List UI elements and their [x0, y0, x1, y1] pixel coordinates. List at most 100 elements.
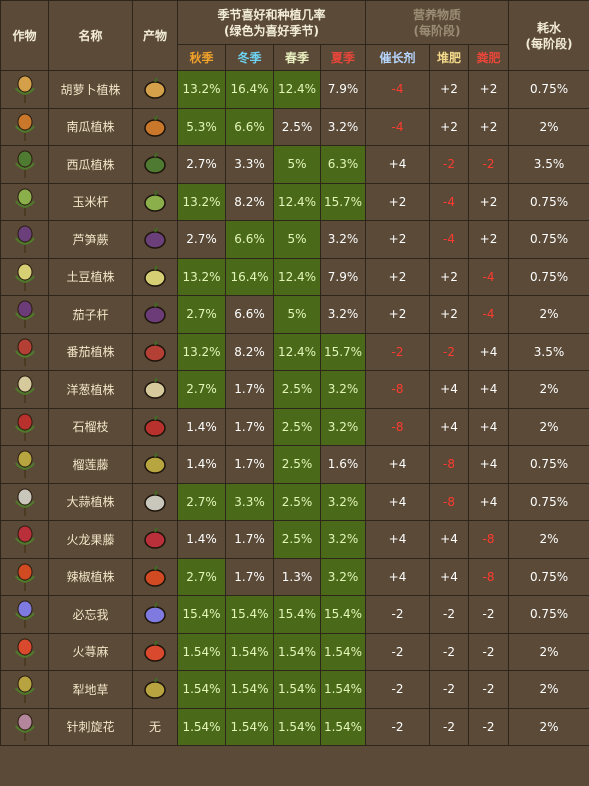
- tillweed-plant-icon: [14, 675, 35, 704]
- season-summer-chance: 1.54%: [319, 632, 367, 671]
- water-use: 0.75%: [508, 70, 589, 109]
- nutrient-grow: -2: [365, 670, 431, 709]
- season-spring-chance: 5%: [273, 145, 321, 184]
- nutrient-compost: +4: [429, 370, 470, 409]
- season-summer-chance: 15.7%: [319, 332, 367, 371]
- nutrient-manure: -8: [468, 557, 510, 596]
- crop-name: 火荨麻: [48, 632, 133, 671]
- potato-plant-icon: [14, 263, 35, 291]
- season-spring-chance: 2.5%: [273, 370, 321, 409]
- durian-plant-icon: [14, 450, 35, 479]
- table-row: 茄子杆 2.7% 6.6% 5% 3.2% +2 +2 -4 2%: [0, 295, 589, 334]
- water-use: 0.75%: [508, 445, 589, 484]
- table-row: 西瓜植株 2.7% 3.3% 5% 6.3% +4 -2 -2 3.5%: [0, 145, 589, 184]
- nutrient-grow: -2: [365, 707, 431, 746]
- nutrient-grow: +2: [365, 257, 431, 296]
- season-autumn-chance: 13.2%: [177, 257, 226, 296]
- season-winter-chance: 1.7%: [225, 445, 274, 484]
- onion-plant-icon: [14, 375, 35, 404]
- table-row: 大蒜植株 2.7% 3.3% 2.5% 3.2% +4 -8 +4 0.75%: [0, 482, 589, 521]
- crop-cell: [0, 670, 49, 709]
- nutrient-compost: -2: [429, 332, 470, 371]
- nutrient-compost: +2: [429, 107, 470, 146]
- header-crop: 作物: [0, 0, 49, 71]
- carrot-icon: [144, 77, 166, 99]
- product-cell: [132, 257, 178, 296]
- water-use: 0.75%: [508, 557, 589, 596]
- potato-icon: [144, 265, 166, 287]
- nutrient-grow: -2: [365, 595, 431, 634]
- season-winter-chance: 16.4%: [225, 257, 274, 296]
- season-autumn-chance: 1.54%: [177, 707, 226, 746]
- table-row: 番茄植株 13.2% 8.2% 12.4% 15.7% -2 -2 +4 3.5%: [0, 332, 589, 371]
- table-row: 榴莲藤 1.4% 1.7% 2.5% 1.6% +4 -8 +4 0.75%: [0, 445, 589, 484]
- nutrient-compost: +4: [429, 520, 470, 559]
- forgetmenot-icon: [144, 602, 166, 624]
- garlic-plant-icon: [14, 488, 35, 516]
- eggplant-icon: [144, 302, 166, 324]
- table-row: 土豆植株 13.2% 16.4% 12.4% 7.9% +2 +2 -4 0.75%: [0, 257, 589, 296]
- season-autumn-chance: 1.4%: [177, 520, 226, 559]
- season-summer-chance: 3.2%: [319, 107, 367, 146]
- table-row: 辣椒植株 2.7% 1.7% 1.3% 3.2% +4 +4 -8 0.75%: [0, 557, 589, 596]
- product-cell: [132, 632, 178, 671]
- tomato-plant-icon: [14, 338, 35, 366]
- season-summer-chance: 3.2%: [319, 482, 367, 521]
- season-winter-chance: 1.7%: [225, 370, 274, 409]
- crop-name: 榴莲藤: [48, 445, 133, 484]
- water-use: 2%: [508, 370, 589, 409]
- season-spring-chance: 1.54%: [273, 707, 321, 746]
- product-cell: [132, 295, 178, 334]
- product-cell: [132, 370, 178, 409]
- crop-cell: [0, 107, 49, 146]
- asparagus-icon: [144, 227, 166, 249]
- product-cell: [132, 557, 178, 596]
- corn-icon: [144, 190, 166, 212]
- nutrient-manure: +2: [468, 182, 510, 221]
- product-cell: [132, 220, 178, 259]
- nutrient-compost: -2: [429, 707, 470, 746]
- nutrient-compost: -2: [429, 595, 470, 634]
- table-row: 洋葱植株 2.7% 1.7% 2.5% 3.2% -8 +4 +4 2%: [0, 370, 589, 409]
- nutrient-compost: -8: [429, 482, 470, 521]
- crop-cell: [0, 557, 49, 596]
- water-use: 3.5%: [508, 145, 589, 184]
- nutrient-manure: +4: [468, 370, 510, 409]
- crop-name: 土豆植株: [48, 257, 133, 296]
- dragonfruit-plant-icon: [14, 525, 35, 554]
- season-spring-chance: 12.4%: [273, 257, 321, 296]
- nutrient-manure: -4: [468, 295, 510, 334]
- firenettle-plant-icon: [14, 638, 35, 666]
- season-winter-chance: 3.3%: [225, 145, 274, 184]
- season-spring-chance: 2.5%: [273, 407, 321, 446]
- watermelon-plant-icon: [14, 150, 35, 179]
- crop-name: 犁地草: [48, 670, 133, 709]
- product-cell: [132, 145, 178, 184]
- asparagus-plant-icon: [14, 225, 35, 254]
- product-cell: [132, 107, 178, 146]
- product-cell: 无: [132, 707, 178, 746]
- season-autumn-chance: 1.4%: [177, 407, 226, 446]
- season-autumn-chance: 1.54%: [177, 632, 226, 671]
- season-summer-chance: 3.2%: [319, 220, 367, 259]
- crop-name: 石榴枝: [48, 407, 133, 446]
- nutrient-compost: -4: [429, 182, 470, 221]
- season-summer-chance: 3.2%: [319, 557, 367, 596]
- crop-name: 玉米杆: [48, 182, 133, 221]
- season-spring-chance: 2.5%: [273, 482, 321, 521]
- water-use: 0.75%: [508, 595, 589, 634]
- crop-name: 洋葱植株: [48, 370, 133, 409]
- product-cell: [132, 70, 178, 109]
- nutrient-manure: +4: [468, 407, 510, 446]
- water-use: 0.75%: [508, 182, 589, 221]
- season-winter-chance: 3.3%: [225, 482, 274, 521]
- header-growth-formula: 催长剂: [365, 44, 431, 71]
- water-use: 2%: [508, 520, 589, 559]
- pepper-icon: [144, 565, 166, 587]
- season-autumn-chance: 13.2%: [177, 182, 226, 221]
- product-cell: [132, 182, 178, 221]
- season-autumn-chance: 13.2%: [177, 332, 226, 371]
- season-summer-chance: 15.7%: [319, 182, 367, 221]
- table-row: 芦笋蕨 2.7% 6.6% 5% 3.2% +2 -4 +2 0.75%: [0, 220, 589, 259]
- season-summer-chance: 3.2%: [319, 370, 367, 409]
